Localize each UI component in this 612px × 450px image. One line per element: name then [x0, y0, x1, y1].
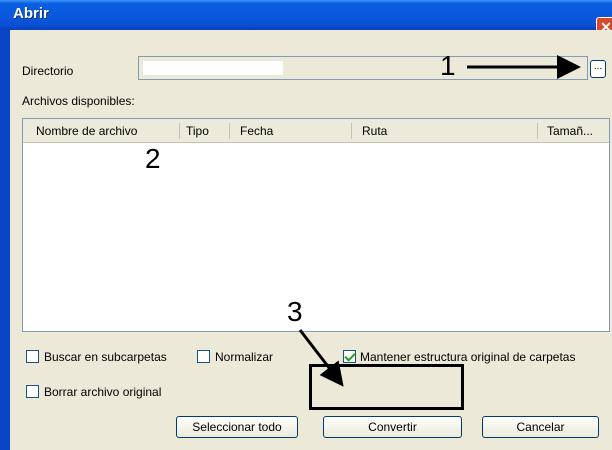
subfolders-label[interactable]: Buscar en subcarpetas [44, 350, 167, 364]
normalize-checkbox[interactable] [197, 350, 210, 363]
column-divider[interactable] [537, 123, 538, 139]
delete-original-checkbox[interactable] [26, 385, 39, 398]
open-dialog: Abrir ✕ Directorio ... Archivos disponib… [0, 0, 612, 450]
annotation-number-2: 2 [145, 143, 161, 174]
directory-value [143, 61, 283, 75]
convert-button[interactable]: Convertir [323, 416, 462, 438]
normalize-label[interactable]: Normalizar [215, 350, 273, 364]
window-frame-left [0, 0, 10, 450]
cancel-button[interactable]: Cancelar [482, 416, 599, 438]
column-header-type[interactable]: Tipo [186, 124, 209, 138]
column-divider[interactable] [351, 123, 352, 139]
title-bar[interactable]: Abrir [0, 0, 612, 30]
column-divider[interactable] [179, 123, 180, 139]
column-header-date[interactable]: Fecha [240, 124, 273, 138]
browse-button[interactable]: ... [590, 60, 606, 78]
file-list[interactable]: Nombre de archivo Tipo Fecha Ruta Tamañ.… [22, 118, 610, 332]
subfolders-checkbox[interactable] [26, 350, 39, 363]
annotation-number-1: 1 [440, 50, 456, 81]
window-title: Abrir [13, 5, 49, 22]
keep-structure-label[interactable]: Mantener estructura original de carpetas [360, 350, 575, 364]
available-files-label: Archivos disponibles: [22, 94, 135, 108]
annotation-number-3: 3 [287, 296, 303, 327]
keep-structure-checkbox[interactable] [343, 350, 356, 363]
file-list-header: Nombre de archivo Tipo Fecha Ruta Tamañ.… [23, 119, 609, 143]
column-divider[interactable] [229, 123, 230, 139]
directory-field[interactable] [138, 56, 588, 80]
column-header-size[interactable]: Tamañ... [547, 124, 593, 138]
column-header-filename[interactable]: Nombre de archivo [36, 124, 137, 138]
directory-label: Directorio [22, 64, 74, 78]
column-header-path[interactable]: Ruta [362, 124, 387, 138]
delete-original-label[interactable]: Borrar archivo original [44, 385, 161, 399]
select-all-button[interactable]: Seleccionar todo [176, 416, 298, 438]
convert-highlight-box [309, 364, 464, 410]
